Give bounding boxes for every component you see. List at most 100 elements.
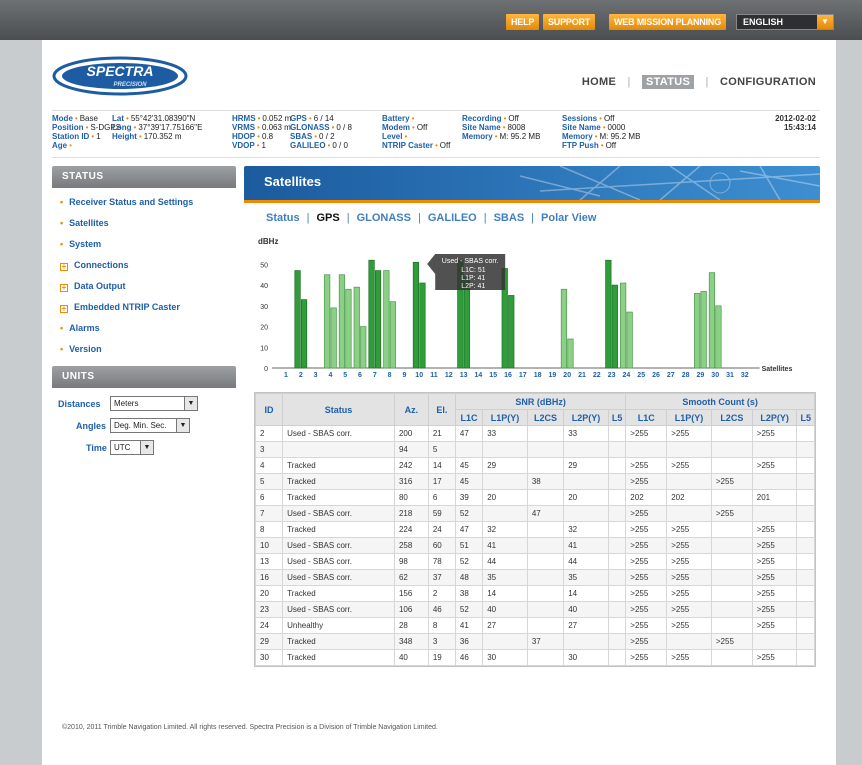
table-cell [796, 505, 815, 522]
tab-separator: | [346, 212, 350, 224]
nav-home[interactable]: HOME [582, 76, 616, 88]
table-cell [526, 649, 565, 666]
table-row[interactable]: 5 Tracked 316 17 45 38 >255 >255 [254, 473, 815, 490]
snr-bar[interactable] [353, 286, 360, 369]
table-cell [796, 457, 815, 474]
bullet-icon: • [502, 123, 506, 132]
status-field-value: Off [605, 141, 617, 150]
table-row[interactable]: 6 Tracked 80 6 39 20 20 202 202 201 [254, 489, 815, 506]
table-cell: 202 [625, 489, 668, 506]
table-row[interactable]: 2 Used - SBAS corr. 200 21 47 33 33 >255 >255 >25… [254, 425, 815, 442]
distances-select[interactable]: Meters ▼ [110, 396, 198, 411]
sidebar-item[interactable]: + Data Output [52, 276, 236, 297]
web-mission-planning-button[interactable]: WEB MISSION PLANNING [609, 14, 727, 30]
snr-bar[interactable] [324, 274, 331, 369]
sidebar-item[interactable]: • Satellites [52, 213, 236, 234]
distances-row: Distances Meters ▼ [52, 394, 236, 416]
table-cell [482, 473, 528, 490]
snr-bar[interactable] [620, 282, 627, 369]
snr-bar[interactable] [708, 272, 716, 369]
snr-bar[interactable] [463, 276, 470, 369]
snr-bar[interactable] [715, 305, 722, 369]
table-row[interactable]: 10 Used - SBAS corr. 258 60 51 41 41 >255 >255 >2… [254, 537, 815, 554]
table-cell: 3 [427, 633, 456, 650]
table-row[interactable]: 13 Used - SBAS corr. 98 78 52 44 44 >255 >255 >25… [254, 553, 815, 570]
language-select[interactable]: ENGLISH ▼ [736, 14, 834, 30]
nav-status[interactable]: STATUS [641, 75, 695, 89]
time-select[interactable]: UTC ▼ [110, 440, 154, 455]
table-row[interactable]: 3 94 5 [254, 441, 815, 458]
snr-bar[interactable] [626, 311, 633, 369]
sidebar-item[interactable]: • Version [52, 339, 236, 360]
tab-status[interactable]: Status [266, 212, 300, 224]
nav-configuration[interactable]: CONFIGURATION [720, 76, 816, 88]
table-cell: 47 [454, 521, 484, 538]
sidebar-item[interactable]: • System [52, 234, 236, 255]
table-cell [526, 585, 565, 602]
tab-polar-view[interactable]: Polar View [541, 212, 596, 224]
snr-bar[interactable] [338, 274, 346, 369]
table-cell: 201 [751, 489, 798, 506]
x-tick-label: 22 [593, 372, 601, 379]
snr-bar[interactable] [383, 270, 390, 369]
snr-bar[interactable] [419, 282, 426, 369]
snr-bar[interactable] [605, 259, 612, 369]
status-field: Position • S-DGPS [52, 123, 121, 132]
snr-bar[interactable] [700, 290, 707, 369]
snr-bar[interactable] [567, 338, 574, 369]
snr-bar[interactable] [389, 301, 396, 369]
col-subheader: L1P(Y) [482, 409, 528, 426]
table-cell [526, 489, 565, 506]
snr-bar[interactable] [368, 259, 375, 369]
table-cell [710, 617, 753, 634]
table-cell [282, 441, 395, 458]
sidebar-item[interactable]: + Connections [52, 255, 236, 276]
sidebar-item[interactable]: + Embedded NTRIP Caster [52, 297, 236, 318]
table-row[interactable]: 23 Used - SBAS corr. 106 46 52 40 40 >255 >255 >2… [254, 601, 815, 618]
snr-bar[interactable] [374, 270, 382, 369]
snr-bar[interactable] [330, 307, 337, 369]
snr-bar[interactable] [345, 288, 352, 369]
tab-galileo[interactable]: GALILEO [428, 212, 477, 224]
table-cell [607, 633, 627, 650]
tab-separator: | [306, 212, 310, 224]
snr-bar[interactable] [294, 270, 301, 369]
status-field-label: Mode [52, 114, 73, 123]
snr-bar[interactable] [611, 284, 618, 369]
x-tick-label: 29 [697, 372, 705, 379]
table-row[interactable]: 24 Unhealthy 28 8 41 27 27 >255 >255 >255 [254, 617, 815, 634]
tab-sbas[interactable]: SBAS [494, 212, 525, 224]
snr-bar[interactable] [360, 326, 367, 369]
table-row[interactable]: 29 Tracked 348 3 36 37 >255 >255 [254, 633, 815, 650]
table-cell: Tracked [282, 473, 395, 490]
snr-bar[interactable] [694, 293, 701, 369]
table-cell: 2 [427, 585, 456, 602]
table-row[interactable]: 30 Tracked 40 19 46 30 30 >255 >255 >255 [254, 649, 815, 666]
table-cell [482, 441, 528, 458]
snr-bar[interactable] [412, 261, 420, 369]
tab-glonass[interactable]: GLONASS [357, 212, 411, 224]
sidebar-item[interactable]: • Receiver Status and Settings [52, 192, 236, 213]
sidebar-item[interactable]: • Alarms [52, 318, 236, 339]
help-button[interactable]: HELP [506, 14, 540, 30]
table-cell: >255 [625, 601, 668, 618]
status-field: Level • [382, 132, 450, 141]
table-row[interactable]: 20 Tracked 156 2 38 14 14 >255 >255 >255 [254, 585, 815, 602]
table-row[interactable]: 16 Used - SBAS corr. 62 37 48 35 35 >255 >255 >25… [254, 569, 815, 586]
table-row[interactable]: 4 Tracked 242 14 45 29 29 >255 >255 >255 [254, 457, 815, 474]
x-tick-label: 9 [402, 372, 406, 379]
support-button[interactable]: SUPPORT [543, 14, 596, 30]
table-row[interactable]: 7 Used - SBAS corr. 218 59 52 47 >255 >255 [254, 505, 815, 522]
status-field-value: Off [439, 141, 451, 150]
table-cell: 14 [482, 585, 528, 602]
snr-bar[interactable] [560, 288, 568, 369]
table-cell [607, 521, 627, 538]
x-tick-label: 21 [578, 372, 586, 379]
table-cell [563, 473, 609, 490]
snr-bar[interactable] [508, 295, 515, 369]
tab-gps[interactable]: GPS [316, 212, 339, 224]
table-cell: 10 [254, 537, 284, 554]
snr-bar[interactable] [300, 299, 308, 369]
table-row[interactable]: 8 Tracked 224 24 47 32 32 >255 >255 >255 [254, 521, 815, 538]
angles-select[interactable]: Deg. Min. Sec. ▼ [110, 418, 190, 433]
